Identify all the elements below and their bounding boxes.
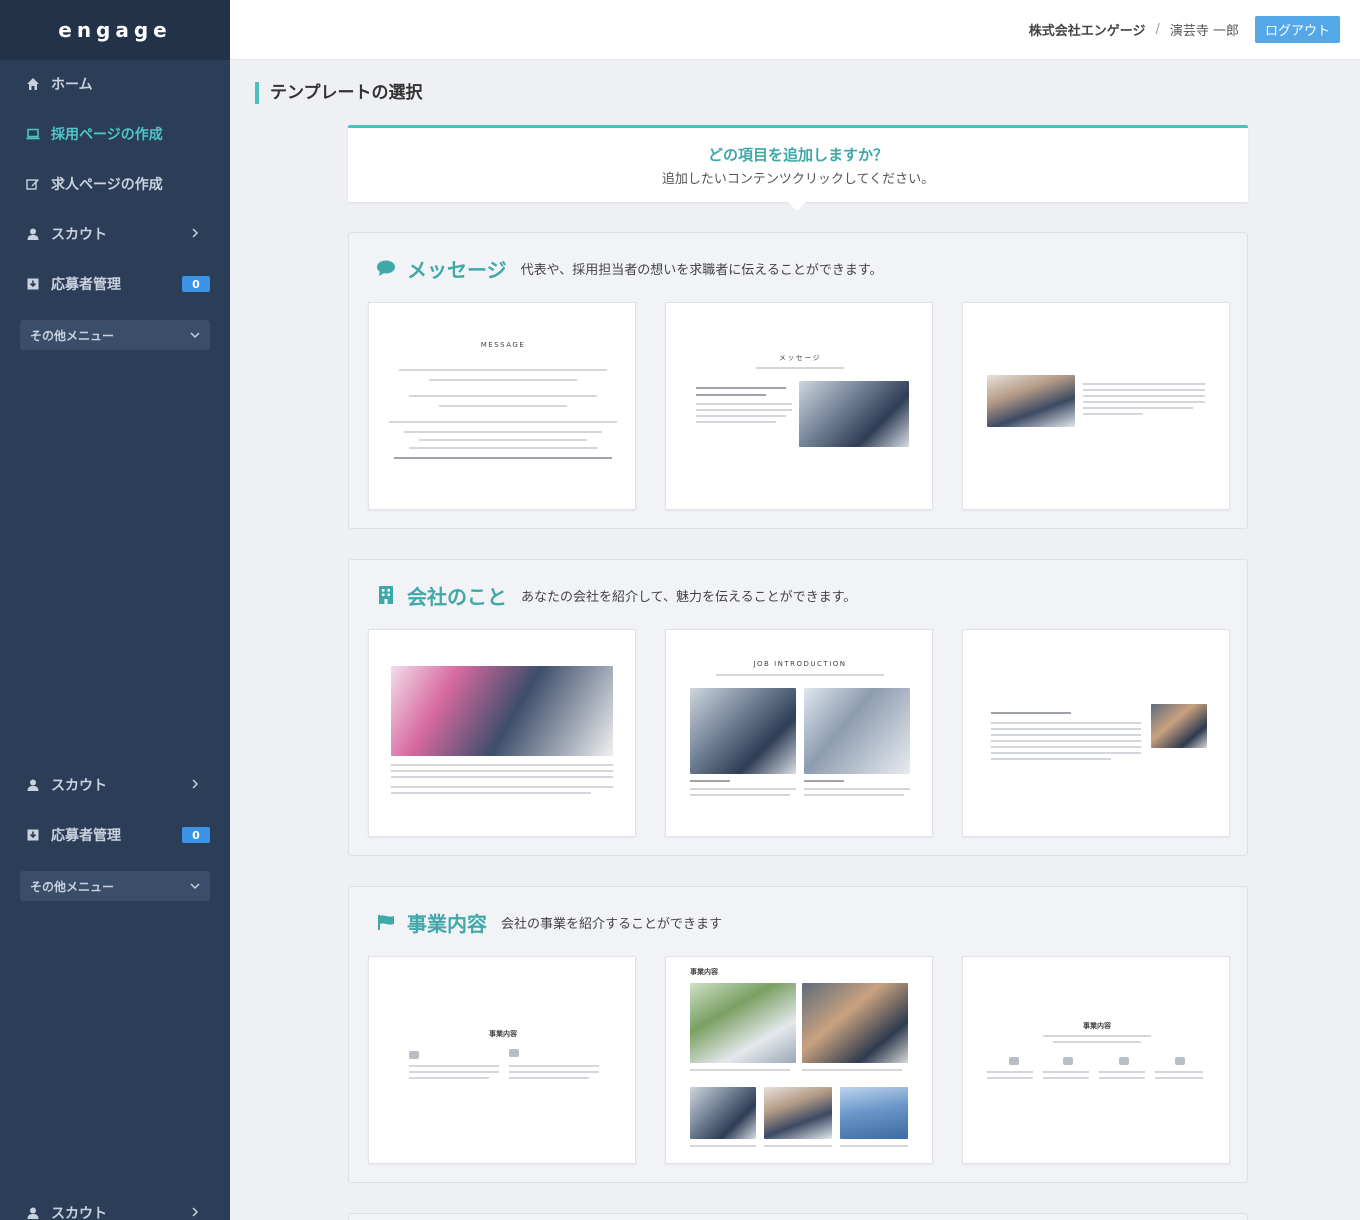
other-menu-dropdown[interactable]: その他メニュー [20,320,210,350]
section-description: 代表や、採用担当者の想いを求職者に伝えることができます。 [520,262,883,278]
building-icon [375,584,397,606]
template-card[interactable]: JOB INTRODUCTION [665,629,933,837]
prompt-title: どの項目を追加しますか？ [707,146,888,164]
section-business: 事業内容 会社の事業を紹介することができます 事業内容 事業内容 事業内容 [348,886,1248,1183]
template-card-heading: JOB INTRODUCTION [753,660,847,668]
prompt-subtitle: 追加したいコンテンツクリックしてください。 [661,172,935,187]
sidebar-item-label: 求人ページの作成 [51,177,163,193]
sidebar-item-recruit-page[interactable]: 採用ページの作成 [0,109,230,159]
sidebar-item-scout[interactable]: スカウト [0,209,230,259]
chevron-down-icon [190,883,200,890]
top-header: 株式会社エンゲージ / 演芸寺 一郎 ログアウト [230,0,1360,60]
sidebar-item-label: スカウト [51,778,107,794]
template-card-heading: 事業内容 [489,1030,517,1038]
template-card[interactable]: 事業内容 [665,956,933,1164]
section-title: メッセージ [407,257,507,282]
chevron-down-icon [190,332,200,339]
template-card[interactable]: 事業内容 [368,956,636,1164]
other-menu-label: その他メニュー [30,328,115,343]
template-card[interactable]: メッセージ [665,302,933,510]
team-photo [799,381,909,447]
sidebar-item-job-page[interactable]: 求人ページの作成 [0,159,230,209]
section-message: メッセージ 代表や、採用担当者の想いを求職者に伝えることができます。 MESSA… [348,232,1248,529]
sidebar-item-home[interactable]: ホーム [0,59,230,109]
office-photo [391,666,613,756]
applicant-count-badge: 0 [182,276,210,292]
add-content-prompt: どの項目を追加しますか？ 追加したいコンテンツクリックしてください。 [348,125,1248,211]
flag-icon [375,911,397,933]
section-title: 会社のこと [407,584,507,609]
other-menu-dropdown-repeat[interactable]: その他メニュー [20,871,210,901]
prompt-pointer [788,202,806,211]
section-title: 事業内容 [407,911,487,936]
header-separator: / [1155,22,1160,37]
monitor-icon [25,126,41,142]
user-icon [25,1205,41,1220]
sidebar-item-applicants-repeat[interactable]: 応募者管理 0 [0,810,230,860]
user-name: 演芸寺 一郎 [1169,24,1239,39]
template-card-heading: MESSAGE [480,341,526,349]
template-card-heading: 事業内容 [1083,1022,1111,1030]
employee-photo [690,688,796,774]
business-photo [690,983,796,1063]
sidebar-item-scout-repeat[interactable]: スカウト [0,760,230,810]
meeting-photo [987,375,1075,427]
download-icon [25,827,41,843]
template-card-heading: 事業内容 [690,968,718,976]
sidebar-item-label: 応募者管理 [51,828,121,844]
download-icon [25,276,41,292]
home-icon [25,76,41,92]
training-photo [804,688,910,774]
brand-logo[interactable]: engage [0,0,230,60]
sidebar-item-label: スカウト [51,227,107,243]
user-icon [25,226,41,242]
speech-bubble-icon [375,257,397,279]
sidebar: engage ホーム 採用ページの作成 求人ページの作成 スカウト 応募者管理 … [0,0,230,1220]
business-photo [764,1087,832,1139]
chevron-right-icon [192,228,199,238]
sidebar-item-scout-repeat-2[interactable]: スカウト [0,1188,230,1220]
sidebar-item-label: 応募者管理 [51,277,121,293]
chevron-right-icon [192,779,199,789]
sidebar-item-applicants[interactable]: 応募者管理 0 [0,259,230,309]
template-card[interactable] [962,629,1230,837]
applicant-count-badge: 0 [182,827,210,843]
business-photo [690,1087,756,1139]
logout-button[interactable]: ログアウト [1254,16,1340,43]
business-photo [802,983,908,1063]
section-next [348,1213,1248,1220]
section-description: あなたの会社を紹介して、魅力を伝えることができます。 [521,589,857,605]
other-menu-label: その他メニュー [30,879,115,894]
user-icon [25,777,41,793]
sidebar-item-label: 採用ページの作成 [51,127,163,143]
sidebar-item-label: スカウト [51,1206,107,1220]
page-title: テンプレートの選択 [255,82,423,104]
sidebar-item-label: ホーム [51,77,93,93]
template-card[interactable] [368,629,636,837]
section-description: 会社の事業を紹介することができます [501,916,723,932]
company-name: 株式会社エンゲージ [1028,24,1146,39]
chevron-right-icon [192,1207,199,1217]
template-card[interactable]: 事業内容 [962,956,1230,1164]
template-card-heading: メッセージ [778,354,822,362]
business-photo [840,1087,908,1139]
template-card[interactable] [962,302,1230,510]
edit-icon [25,176,41,192]
handshake-photo [1151,704,1207,748]
section-company: 会社のこと あなたの会社を紹介して、魅力を伝えることができます。 JOB INT… [348,559,1248,856]
template-card[interactable]: MESSAGE [368,302,636,510]
